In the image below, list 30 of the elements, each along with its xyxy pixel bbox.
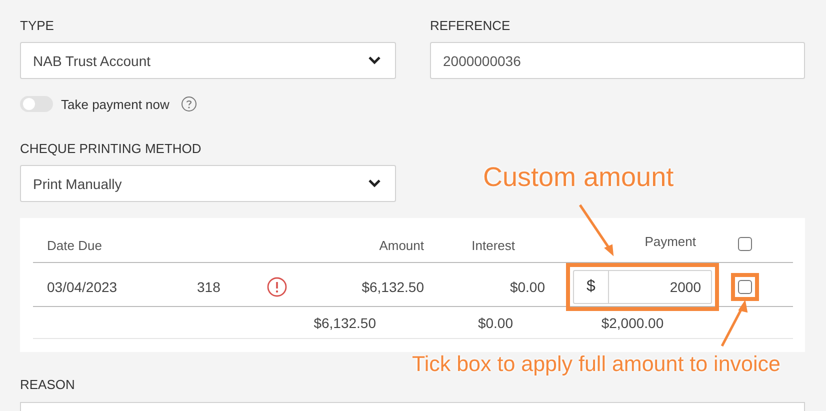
callout-text: Tick box to apply full amount to invoice: [412, 352, 780, 377]
column-header: Payment: [644, 234, 697, 251]
help-icon[interactable]: [181, 96, 198, 112]
column-header: Interest: [472, 238, 516, 255]
column-header: Amount: [379, 238, 424, 255]
field-label: CHEQUE PRINTING METHOD: [20, 140, 202, 158]
row-checkbox[interactable]: [738, 280, 752, 294]
account-select[interactable]: NAB Trust Account: [20, 42, 396, 79]
field-label: TYPE: [20, 17, 55, 35]
payment-field[interactable]: 2000: [609, 270, 712, 304]
table-cell: $6,132.50: [362, 279, 424, 295]
column-header: Date Due: [47, 238, 102, 255]
table-cell: $0.00: [510, 279, 545, 295]
chevron-down-icon: [368, 179, 381, 188]
toggle-label: Take payment now: [61, 96, 170, 112]
reference-field[interactable]: 2000000036: [430, 42, 805, 79]
currency-addon: $: [573, 270, 609, 304]
callout-arrow: [578, 204, 614, 256]
chevron-down-icon: [368, 56, 381, 65]
select-all-checkbox[interactable]: [738, 237, 752, 251]
callout-text: Custom amount: [483, 162, 674, 193]
field-label: REASON: [20, 376, 76, 394]
field-label: REFERENCE: [430, 17, 512, 35]
table-cell: 318: [197, 279, 220, 295]
toggle-switch[interactable]: [20, 96, 53, 112]
method-select[interactable]: Print Manually: [20, 165, 396, 202]
total-cell: $2,000.00: [601, 314, 664, 330]
table-cell: 03/04/2023: [47, 279, 118, 295]
total-cell-text: $6,132.50: [314, 314, 377, 330]
total-cell-text: $0.00: [478, 314, 514, 330]
